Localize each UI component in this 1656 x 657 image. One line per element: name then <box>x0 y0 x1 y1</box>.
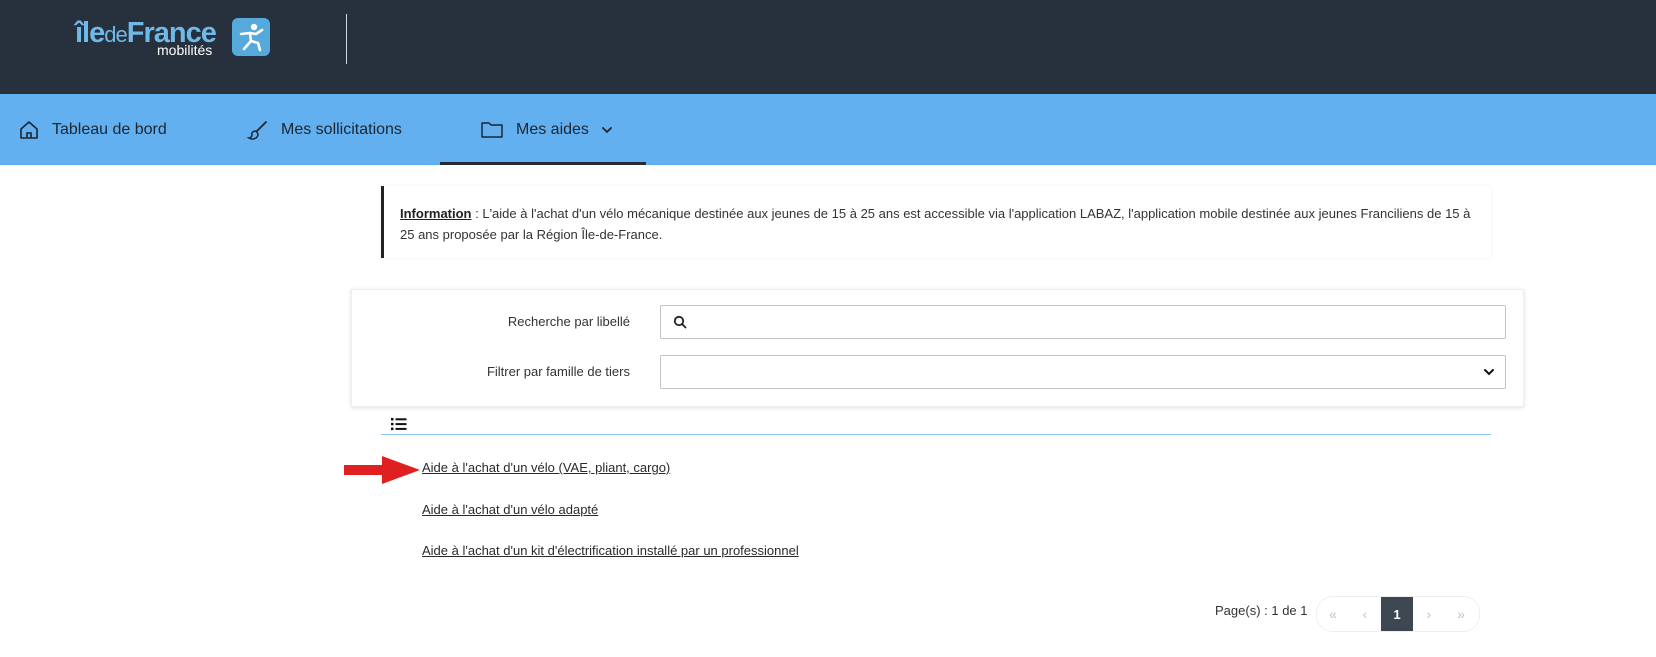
list-view-icon[interactable] <box>391 417 407 431</box>
nav-mes-aides[interactable]: Mes aides <box>440 94 646 165</box>
family-filter-label: Filtrer par famille de tiers <box>486 364 630 379</box>
previous-page-button[interactable]: ‹ <box>1349 597 1381 631</box>
aid-link-velo-adapte[interactable]: Aide à l'achat d'un vélo adapté <box>422 502 598 517</box>
list-divider <box>381 434 1491 435</box>
search-input[interactable] <box>695 310 1499 336</box>
nav-label: Tableau de bord <box>52 120 167 138</box>
pagination: « ‹ 1 › » <box>1316 596 1480 632</box>
red-arrow-annotation <box>344 456 420 484</box>
top-header: îledeFrance mobilités <box>0 0 1656 94</box>
logo-subtitle: mobilités <box>157 42 213 58</box>
logo-text-de: de <box>104 22 128 47</box>
info-separator: : <box>471 206 483 221</box>
info-label: Information <box>400 206 472 221</box>
iledefrance-mobilites-logo[interactable]: îledeFrance mobilités <box>75 17 275 61</box>
nav-tableau-de-bord[interactable]: Tableau de bord <box>18 94 167 165</box>
chevron-down-icon <box>1484 369 1494 376</box>
nav-label: Mes sollicitations <box>281 120 402 138</box>
folder-icon <box>481 121 503 138</box>
header-divider <box>346 14 347 64</box>
nav-mes-sollicitations[interactable]: Mes sollicitations <box>247 94 402 165</box>
search-label: Recherche par libellé <box>507 314 630 329</box>
walker-logo-icon <box>232 18 270 56</box>
search-field[interactable] <box>660 305 1506 339</box>
nav-label: Mes aides <box>516 120 589 138</box>
current-page-button[interactable]: 1 <box>1381 597 1413 631</box>
aid-link-velo[interactable]: Aide à l'achat d'un vélo (VAE, pliant, c… <box>422 460 670 475</box>
filter-panel: Recherche par libellé Filtrer par famill… <box>351 289 1524 407</box>
logo-text-ile: île <box>75 17 105 49</box>
chevron-down-icon <box>602 126 612 133</box>
family-select[interactable] <box>660 355 1506 389</box>
info-notice: Information : L'aide à l'achat d'un vélo… <box>381 186 1491 258</box>
search-icon <box>673 315 687 329</box>
main-nav: Tableau de bord Mes sollicitations Mes a… <box>0 94 1656 165</box>
first-page-button[interactable]: « <box>1317 597 1349 631</box>
next-page-button[interactable]: › <box>1413 597 1445 631</box>
aid-link-kit-electrification[interactable]: Aide à l'achat d'un kit d'électrificatio… <box>422 543 799 558</box>
last-page-button[interactable]: » <box>1445 597 1477 631</box>
pagination-status: Page(s) : 1 de 1 <box>1215 603 1308 618</box>
brush-icon <box>247 120 267 140</box>
info-text: L'aide à l'achat d'un vélo mécanique des… <box>400 206 1471 242</box>
home-icon <box>20 120 38 139</box>
